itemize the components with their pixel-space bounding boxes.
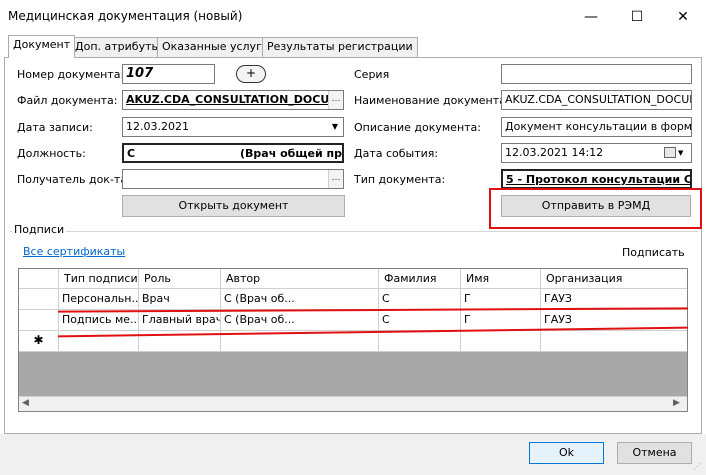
doc-name-label: Наименование документа: [354,94,510,107]
sign-button[interactable]: Подписать [622,246,685,259]
title-bar: Медицинская документация (новый) — ☐ ✕ [0,0,706,34]
event-date-label: Дата события: [354,147,439,160]
recipient-browse-button[interactable]: … [328,170,343,188]
signatures-table: Тип подписи Роль Автор Фамилия Имя Орган… [18,268,688,412]
row-header-corner [19,269,59,289]
file-label: Файл документа: [17,94,118,107]
signatures-group-label: Подписи [12,223,67,236]
doc-type-label: Тип документа: [354,173,446,186]
doc-desc-label: Описание документа: [354,121,481,134]
chevron-down-icon[interactable]: ▼ [327,118,343,136]
recipient-label: Получатель док-та [17,173,128,186]
add-number-button[interactable]: + [236,65,266,83]
new-row-marker[interactable]: ✱ [19,331,59,352]
maximize-button[interactable]: ☐ [614,0,660,34]
column-header[interactable]: Фамилия [379,269,461,289]
calendar-icon[interactable] [664,147,676,158]
row-selector[interactable] [19,310,59,331]
file-browse-button[interactable]: … [328,91,343,109]
file-field[interactable]: AKUZ.CDA_CONSULTATION_DOCU [122,90,344,110]
close-icon: ✕ [677,9,689,25]
group-divider [10,231,698,232]
column-header[interactable]: Организация [541,269,687,289]
table-cell[interactable]: С [379,310,461,331]
doc-type-field[interactable]: 5 - Протокол консультации С... [501,169,692,189]
doc-desc-field[interactable]: Документ консультации в формате ( [501,117,692,137]
position-value: С [127,147,136,160]
table-cell[interactable] [541,331,687,352]
table-cell[interactable] [379,331,461,352]
plus-icon: + [245,66,257,80]
position-label: Должность: [17,147,86,160]
horizontal-scrollbar[interactable]: ◀ ▶ [19,396,687,411]
doc-type-value: 5 - Протокол консультации С... [506,173,692,186]
tab-services[interactable]: Оказанные услуги [157,37,274,57]
event-date-value: 12.03.2021 14:12 [505,146,604,159]
doc-number-label: Номер документа: [17,68,125,81]
table-cell[interactable]: С [379,289,461,310]
minimize-button[interactable]: — [568,0,614,34]
tab-document[interactable]: Документ [8,35,76,58]
table-cell[interactable]: С (Врач об... [221,310,379,331]
recipient-field[interactable] [122,169,344,189]
series-field[interactable] [501,64,692,84]
open-document-button[interactable]: Открыть документ [122,195,345,217]
maximize-icon: ☐ [630,9,644,25]
resize-grip-icon[interactable]: ⋰ [693,462,703,472]
close-button[interactable]: ✕ [660,0,706,34]
position-suffix: (Врач общей пр [240,147,342,160]
window-title: Медицинская документация (новый) [8,9,243,23]
doc-number-field[interactable]: 107 [122,64,215,84]
tab-registration-results[interactable]: Результаты регистрации [262,37,418,57]
table-cell[interactable]: Персональн... [59,289,139,310]
record-date-label: Дата записи: [17,121,93,134]
table-cell[interactable]: Врач [139,289,221,310]
ok-button[interactable]: Ok [529,442,604,464]
row-selector[interactable] [19,289,59,310]
minimize-icon: — [584,9,598,25]
column-header[interactable]: Тип подписи [59,269,139,289]
table-cell[interactable]: Главный врач [139,310,221,331]
record-date-field[interactable]: 12.03.2021 [122,117,344,137]
record-date-value: 12.03.2021 [126,120,189,133]
table-cell[interactable]: Подпись ме... [59,310,139,331]
column-header[interactable]: Имя [461,269,541,289]
table-cell[interactable] [461,331,541,352]
cancel-button[interactable]: Отмена [617,442,692,464]
table-cell[interactable]: Г [461,289,541,310]
table-cell[interactable]: С (Врач об... [221,289,379,310]
column-header[interactable]: Роль [139,269,221,289]
chevron-down-icon[interactable]: ▼ [678,145,683,161]
position-field[interactable]: С (Врач общей пр [122,143,344,163]
tab-extra-attributes[interactable]: Доп. атрибуты [70,37,166,57]
scroll-left-icon[interactable]: ◀ [22,398,29,408]
file-value: AKUZ.CDA_CONSULTATION_DOCU [126,93,330,106]
send-remd-button[interactable]: Отправить в РЭМД [501,195,691,217]
doc-name-field[interactable]: AKUZ.CDA_CONSULTATION_DOCUM [501,90,692,110]
column-header[interactable]: Автор [221,269,379,289]
series-label: Серия [354,68,390,81]
scroll-right-icon[interactable]: ▶ [673,398,680,408]
all-certificates-link[interactable]: Все сертификаты [23,245,125,258]
